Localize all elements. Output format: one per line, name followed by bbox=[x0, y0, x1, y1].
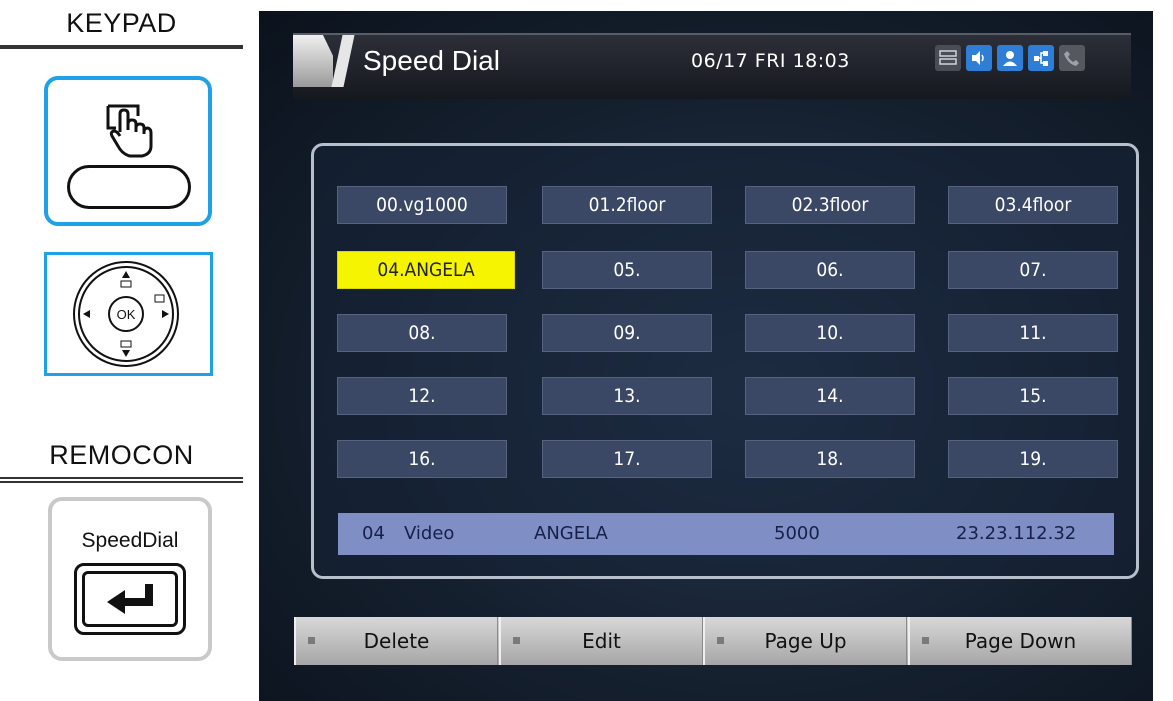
user-icon bbox=[997, 45, 1023, 71]
speed-dial-entry[interactable]: 02.3floor bbox=[745, 186, 915, 224]
nav-ok-label: OK bbox=[117, 307, 136, 322]
speed-dial-entry[interactable]: 05. bbox=[542, 251, 712, 289]
remocon-divider-top bbox=[0, 477, 243, 479]
phone-icon bbox=[1059, 45, 1085, 71]
keypad-divider bbox=[0, 45, 243, 49]
delete-label: Delete bbox=[363, 629, 430, 653]
delete-button[interactable]: Delete bbox=[294, 617, 498, 665]
speed-dial-entry[interactable]: 14. bbox=[745, 377, 915, 415]
share-icon bbox=[1028, 45, 1054, 71]
speed-dial-entry[interactable]: 15. bbox=[948, 377, 1118, 415]
title-bar: Speed Dial 06/17 FRI 18:03 bbox=[293, 33, 1131, 99]
speeddial-key-label: SpeedDial bbox=[81, 529, 179, 552]
speed-dial-entry[interactable]: 04.ANGELA bbox=[337, 251, 515, 289]
keypad-key-slot bbox=[67, 165, 191, 209]
speed-dial-entry[interactable]: 10. bbox=[745, 314, 915, 352]
page-title: Speed Dial bbox=[363, 45, 500, 76]
remocon-heading: REMOCON bbox=[49, 440, 194, 470]
page-up-button[interactable]: Page Up bbox=[703, 617, 907, 665]
speed-dial-entry[interactable]: 17. bbox=[542, 440, 712, 478]
speed-dial-entry[interactable]: 06. bbox=[745, 251, 915, 289]
info-number: 5000 bbox=[774, 523, 820, 544]
speed-dial-entry[interactable]: 09. bbox=[542, 314, 712, 352]
device-screen: Speed Dial 06/17 FRI 18:03 00.vg1000 01.2… bbox=[259, 11, 1153, 701]
speed-dial-entry[interactable]: 08. bbox=[337, 314, 507, 352]
title-slant-decoration bbox=[331, 35, 355, 87]
speed-dial-entry[interactable]: 13. bbox=[542, 377, 712, 415]
selected-entry-info: 04 Video ANGELA 5000 23.23.112.32 bbox=[338, 513, 1114, 555]
info-name: ANGELA bbox=[534, 523, 608, 544]
page-down-button[interactable]: Page Down bbox=[908, 617, 1132, 665]
return-arrow-icon bbox=[107, 584, 153, 614]
speed-dial-entry[interactable]: 12. bbox=[337, 377, 507, 415]
info-index: 04 bbox=[362, 523, 385, 544]
title-tab-decoration bbox=[293, 35, 333, 87]
info-address: 23.23.112.32 bbox=[956, 523, 1077, 544]
speed-dial-entry[interactable]: 18. bbox=[745, 440, 915, 478]
network-icon bbox=[935, 45, 961, 71]
speed-dial-entry[interactable]: 19. bbox=[948, 440, 1118, 478]
speed-dial-entry[interactable]: 07. bbox=[948, 251, 1118, 289]
edit-label: Edit bbox=[582, 629, 621, 653]
speed-dial-entry[interactable]: 11. bbox=[948, 314, 1118, 352]
speed-dial-entry[interactable]: 16. bbox=[337, 440, 507, 478]
speed-dial-entry[interactable]: 03.4floor bbox=[948, 186, 1118, 224]
info-call-type: Video bbox=[404, 523, 455, 544]
edit-button[interactable]: Edit bbox=[499, 617, 703, 665]
speed-dial-entry[interactable]: 01.2floor bbox=[542, 186, 712, 224]
page-up-label: Page Up bbox=[764, 629, 847, 653]
speed-dial-entry[interactable]: 00.vg1000 bbox=[337, 186, 507, 224]
navigation-pad[interactable]: OK bbox=[44, 252, 213, 376]
page-down-label: Page Down bbox=[964, 629, 1077, 653]
remocon-speeddial-key[interactable]: SpeedDial bbox=[48, 497, 212, 661]
speaker-icon bbox=[966, 45, 992, 71]
remocon-divider-bottom bbox=[0, 481, 243, 483]
soft-key-bar: Delete Edit Page Up Page Down bbox=[294, 617, 1132, 665]
keypad-speeddial-key[interactable] bbox=[44, 76, 212, 226]
keypad-heading: KEYPAD bbox=[66, 8, 177, 38]
datetime: 06/17 FRI 18:03 bbox=[691, 50, 850, 72]
speed-dial-panel: 00.vg1000 01.2floor 02.3floor 03.4floor 04.A… bbox=[311, 143, 1139, 579]
enter-key bbox=[74, 563, 186, 635]
finger-press-icon bbox=[106, 104, 153, 158]
nav-dial-icon: OK bbox=[73, 261, 179, 367]
